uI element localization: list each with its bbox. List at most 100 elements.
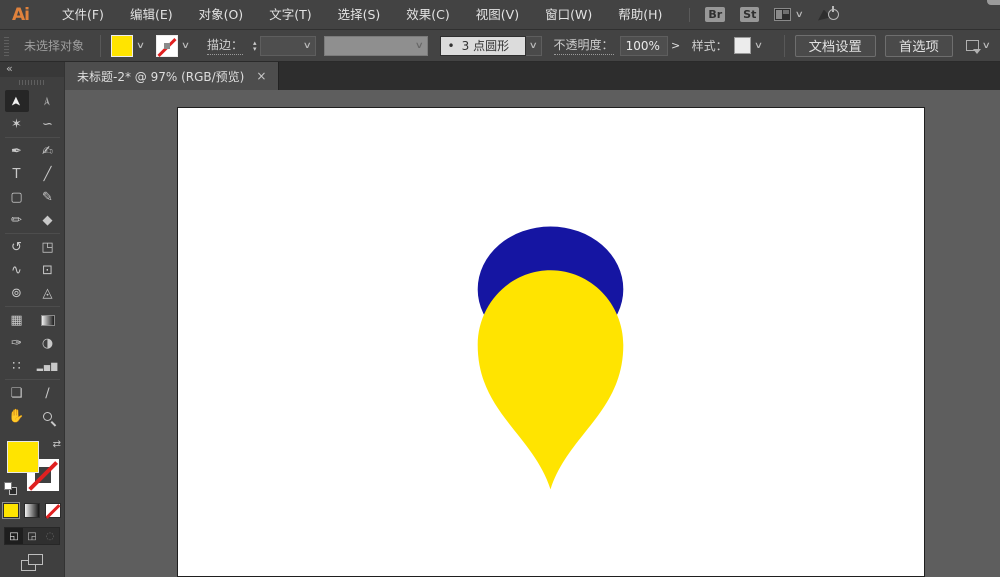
menu-type[interactable]: 文字(T) [256, 0, 324, 30]
tools-grid: ➤ ➢ ✶ ∽ ✒ ✍ T ╱ ▢ ✎ ✏ ◆ ↺ ◳ ∿ ⊡ ⊚ ◬ [0, 90, 64, 427]
type-tool[interactable]: T [5, 163, 29, 185]
stroke-weight-dropdown[interactable]: ∨ [260, 36, 316, 56]
menubar-divider [689, 8, 690, 22]
artwork [178, 108, 924, 576]
draw-inside-button[interactable]: ◌ [41, 528, 59, 544]
stock-button[interactable]: St [740, 7, 759, 22]
brush-preview-dot: • [448, 39, 455, 53]
chevron-down-icon: ∨ [415, 41, 424, 51]
none-mode-button[interactable] [45, 503, 61, 518]
scale-tool[interactable]: ◳ [36, 236, 60, 258]
menu-edit[interactable]: 编辑(E) [117, 0, 186, 30]
opacity-expand-button[interactable]: > [668, 36, 684, 56]
selection-tool[interactable]: ➤ [5, 90, 29, 112]
yellow-pin-shape[interactable] [478, 270, 624, 489]
gpu-performance-icon[interactable] [818, 7, 840, 23]
color-mode-button[interactable] [3, 503, 19, 518]
paintbrush-tool[interactable]: ✎ [36, 186, 60, 208]
graphic-style-control[interactable]: ∨ [734, 37, 766, 54]
opacity-input[interactable]: 100% [620, 36, 668, 56]
menu-window[interactable]: 窗口(W) [532, 0, 605, 30]
shape-builder-tool[interactable]: ⊚ [5, 282, 29, 304]
eraser-tool[interactable]: ◆ [36, 209, 60, 231]
screen-mode-button[interactable] [21, 554, 43, 571]
rotate-tool[interactable]: ↺ [5, 236, 29, 258]
magic-wand-tool[interactable]: ✶ [5, 113, 29, 135]
artboard[interactable] [177, 107, 925, 577]
chevron-down-icon[interactable]: ∨ [175, 41, 196, 51]
menubar-right-group: Br St ∨ [689, 7, 840, 23]
window-corner-notch [987, 0, 1000, 5]
illustrator-window: Ai 文件(F) 编辑(E) 对象(O) 文字(T) 选择(S) 效果(C) 视… [0, 0, 1000, 577]
rectangle-tool[interactable]: ▢ [5, 186, 29, 208]
lasso-tool[interactable]: ∽ [36, 113, 60, 135]
preferences-button[interactable]: 首选项 [885, 35, 953, 57]
draw-normal-button[interactable]: ◱ [5, 528, 23, 544]
pencil-tool[interactable]: ✏ [5, 209, 29, 231]
line-segment-tool[interactable]: ╱ [36, 163, 60, 185]
controlbar-divider [100, 35, 101, 57]
close-icon[interactable]: × [256, 69, 266, 83]
draw-behind-button[interactable]: ◲ [23, 528, 41, 544]
menu-select[interactable]: 选择(S) [325, 0, 394, 30]
stepper-down-icon[interactable]: ▾ [253, 46, 257, 52]
document-tab-bar: 未标题-2* @ 97% (RGB/预览) × [65, 62, 1000, 90]
mesh-tool[interactable]: ▦ [5, 309, 29, 331]
curvature-tool[interactable]: ✍ [36, 140, 60, 162]
main-area: « ➤ ➢ ✶ ∽ ✒ ✍ T ╱ ▢ ✎ ✏ ◆ ↺ ◳ ∿ ⊡ [0, 62, 1000, 577]
blend-tool[interactable]: ◑ [36, 332, 60, 354]
panel-options-control[interactable]: ∨ [966, 40, 990, 51]
chevron-down-icon: ∨ [982, 41, 991, 51]
chevron-down-icon: ∨ [528, 41, 537, 51]
gradient-tool[interactable] [36, 309, 60, 331]
controlbar-divider [784, 35, 785, 57]
eyedropper-tool[interactable]: ✑ [5, 332, 29, 354]
width-tool[interactable]: ∿ [5, 259, 29, 281]
controlbar-grip[interactable] [4, 36, 9, 56]
menu-help[interactable]: 帮助(H) [605, 0, 675, 30]
workspace-icon [774, 8, 791, 21]
stroke-panel-link[interactable]: 描边： [207, 36, 243, 55]
graph-tool[interactable]: ▂▅▇ [36, 355, 60, 377]
pen-tool[interactable]: ✒ [5, 140, 29, 162]
perspective-grid-tool[interactable]: ◬ [36, 282, 60, 304]
menu-file[interactable]: 文件(F) [49, 0, 117, 30]
menu-effect[interactable]: 效果(C) [393, 0, 462, 30]
gradient-mode-button[interactable] [24, 503, 40, 518]
brush-definition-dropdown[interactable]: • 3 点圆形 [440, 36, 526, 56]
symbol-sprayer-tool[interactable]: ∷ [5, 355, 29, 377]
direct-selection-tool[interactable]: ➢ [36, 90, 60, 112]
dock-grip[interactable] [19, 80, 45, 85]
free-transform-tool[interactable]: ⊡ [36, 259, 60, 281]
canvas-pasteboard[interactable] [65, 90, 1000, 577]
workspace-switcher[interactable]: ∨ [774, 8, 803, 21]
opacity-panel-link[interactable]: 不透明度： [554, 36, 614, 55]
slice-tool[interactable]: ∕ [36, 382, 60, 404]
width-profile-dropdown[interactable]: ∨ [324, 36, 428, 56]
default-fill-stroke-icon[interactable] [4, 482, 17, 495]
artboard-tool[interactable]: ❏ [5, 382, 29, 404]
bridge-button[interactable]: Br [705, 7, 725, 22]
menu-bar: Ai 文件(F) 编辑(E) 对象(O) 文字(T) 选择(S) 效果(C) 视… [0, 0, 1000, 30]
panel-options-icon [966, 40, 979, 51]
app-logo: Ai [12, 5, 29, 25]
stroke-color-control[interactable]: ∨ [156, 35, 193, 57]
dock-collapse-button[interactable]: « [0, 62, 64, 77]
menu-object[interactable]: 对象(O) [186, 0, 257, 30]
hand-tool[interactable]: ✋ [5, 405, 29, 427]
fill-swatch[interactable] [7, 441, 39, 473]
control-bar: 未选择对象 ∨ ∨ 描边： ▴ ▾ ∨ ∨ • 3 点圆形 ∨ 不透明度： [0, 30, 1000, 62]
chevron-down-icon: ∨ [795, 10, 804, 20]
zoom-tool[interactable] [36, 405, 60, 427]
brush-dropdown-button[interactable]: ∨ [526, 36, 542, 56]
swap-fill-stroke-icon[interactable]: ⇄ [53, 439, 61, 450]
chevron-down-icon[interactable]: ∨ [748, 41, 769, 51]
document-tab[interactable]: 未标题-2* @ 97% (RGB/预览) × [65, 62, 279, 90]
fill-color-control[interactable]: ∨ [111, 35, 148, 57]
stroke-weight-stepper[interactable]: ▴ ▾ [253, 40, 257, 52]
document-setup-button[interactable]: 文档设置 [795, 35, 876, 57]
tools-separator [5, 137, 60, 138]
tools-separator [5, 379, 60, 380]
chevron-down-icon[interactable]: ∨ [130, 41, 151, 51]
menu-view[interactable]: 视图(V) [463, 0, 532, 30]
